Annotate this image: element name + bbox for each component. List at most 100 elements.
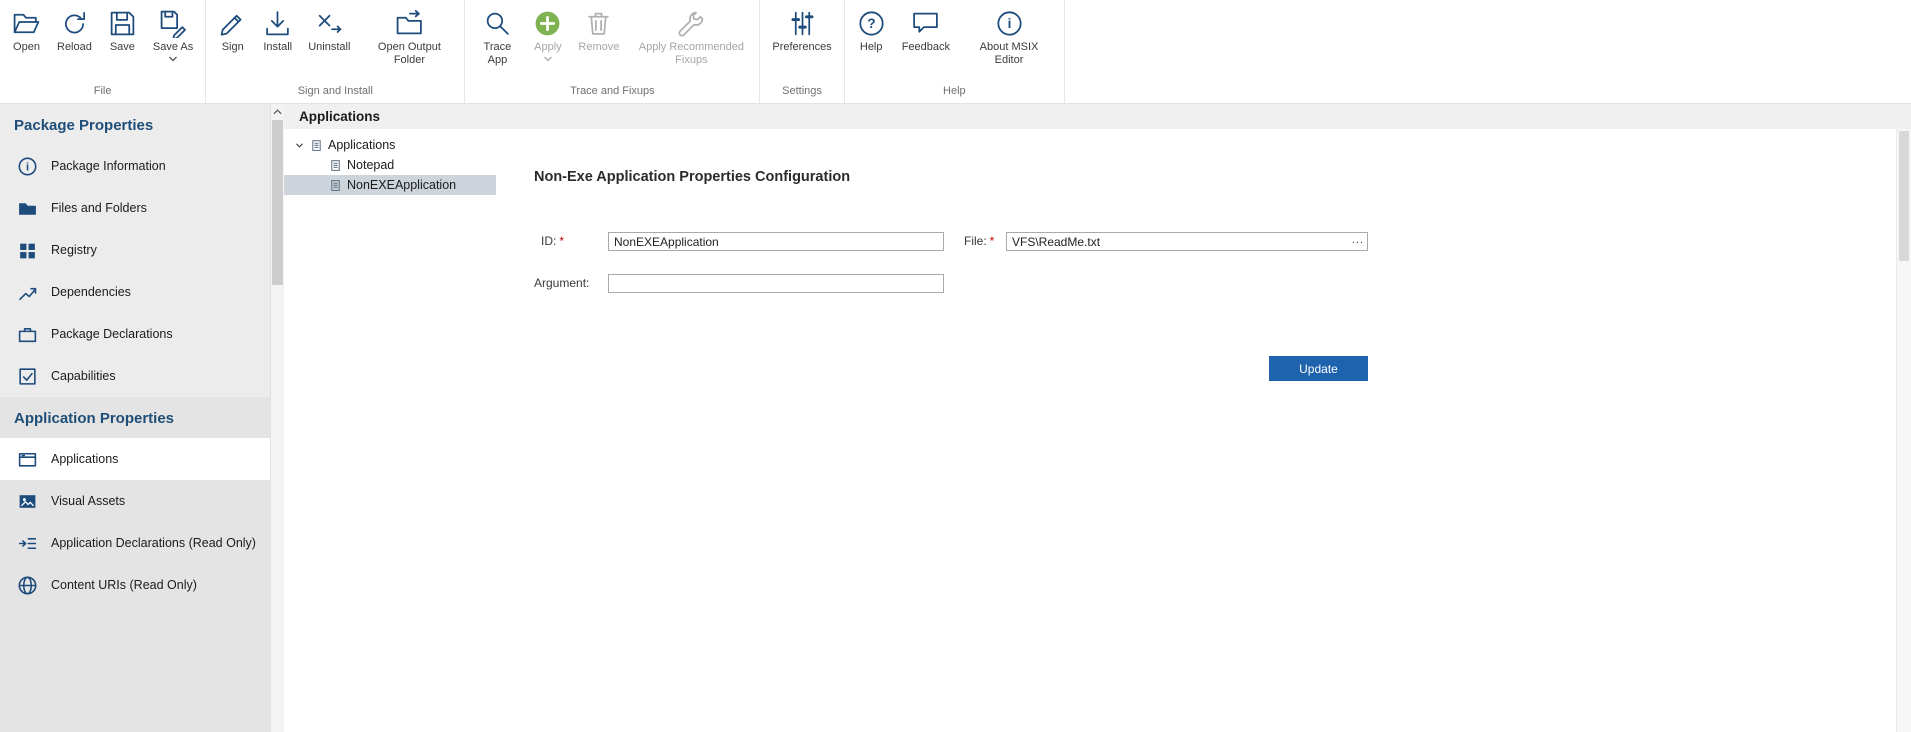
preferences-button[interactable]: Preferences [764, 7, 839, 56]
sidebar-item-capabilities[interactable]: Capabilities [0, 355, 270, 397]
about-info-icon: i [995, 9, 1024, 38]
folder-icon [17, 198, 38, 219]
ribbon-group-trace-and-fixups: Trace App Apply Remove [465, 0, 760, 103]
required-marker: * [990, 234, 995, 248]
install-button[interactable]: Install [255, 7, 300, 56]
ribbon-group-label-trace-and-fixups: Trace and Fixups [469, 82, 755, 103]
sidebar-item-label: Package Declarations [51, 327, 173, 341]
package-icon [17, 324, 38, 345]
id-label-text: ID: [541, 234, 556, 248]
apply-recommended-fixups-button-label: Apply Recommended Fixups [635, 41, 747, 67]
image-icon [17, 491, 38, 512]
reload-button[interactable]: Reload [49, 7, 100, 56]
sidebar-item-content-uris[interactable]: Content URIs (Read Only) [0, 564, 270, 606]
uninstall-button[interactable]: Uninstall [300, 7, 358, 56]
argument-input[interactable] [608, 274, 944, 293]
file-input[interactable] [1006, 232, 1368, 251]
apply-plus-icon [533, 9, 562, 38]
sidebar-section-application-properties: Application Properties Applications Visu… [0, 397, 270, 732]
feedback-button-label: Feedback [902, 41, 950, 54]
install-button-label: Install [263, 41, 292, 54]
uninstall-button-label: Uninstall [308, 41, 350, 54]
sidebar-scrollbar-thumb[interactable] [272, 120, 283, 285]
apply-fixup-button-label: Apply [534, 41, 562, 54]
sidebar-item-label: Visual Assets [51, 494, 125, 508]
sidebar-item-label: Files and Folders [51, 201, 147, 215]
tree-node-nonexeapplication[interactable]: NonEXEApplication [284, 175, 496, 195]
apply-fixup-button: Apply [525, 7, 570, 64]
open-output-folder-button[interactable]: Open Output Folder [358, 7, 460, 69]
id-input[interactable] [608, 232, 944, 251]
applications-window-icon [17, 449, 38, 470]
sidebar-item-dependencies[interactable]: Dependencies [0, 271, 270, 313]
browse-button[interactable]: ... [1352, 232, 1364, 249]
save-as-button[interactable]: Save As [145, 7, 201, 64]
applications-tree: Applications Notepad NonEXEApplication [284, 129, 496, 732]
sidebar-section-package-properties: Package Properties i Package Information… [0, 104, 270, 397]
file-label: File:* [964, 232, 994, 251]
sidebar-item-package-declarations[interactable]: Package Declarations [0, 313, 270, 355]
trace-app-magnifier-icon [483, 9, 512, 38]
install-icon [263, 9, 292, 38]
trash-icon [584, 9, 613, 38]
required-marker: * [559, 234, 564, 248]
update-button[interactable]: Update [1269, 356, 1368, 381]
help-button[interactable]: ? Help [849, 7, 894, 56]
arrow-into-list-icon [17, 533, 38, 554]
open-button[interactable]: Open [4, 7, 49, 56]
sign-button[interactable]: Sign [210, 7, 255, 56]
ribbon-group-label-settings: Settings [764, 82, 839, 103]
open-output-folder-button-label: Open Output Folder [366, 41, 452, 67]
feedback-button[interactable]: Feedback [894, 7, 958, 56]
checkbox-check-icon [17, 366, 38, 387]
app-list-icon [329, 179, 342, 192]
page-title-bar: Applications [284, 104, 1911, 129]
ribbon-group-sign-and-install: Sign Install Uninstall [206, 0, 465, 103]
chevron-down-icon[interactable] [168, 56, 178, 62]
sidebar-item-label: Content URIs (Read Only) [51, 578, 197, 592]
feedback-bubble-icon [911, 9, 940, 38]
save-button[interactable]: Save [100, 7, 145, 56]
tree-node-applications-root[interactable]: Applications [284, 135, 496, 155]
trace-app-button[interactable]: Trace App [469, 7, 525, 69]
sidebar-item-application-declarations[interactable]: Application Declarations (Read Only) [0, 522, 270, 564]
remove-fixup-button-label: Remove [578, 41, 619, 54]
sidebar-item-label: Dependencies [51, 285, 131, 299]
scroll-up-arrow-icon [273, 109, 282, 115]
id-label: ID:* [541, 232, 564, 251]
ribbon-group-label-sign-and-install: Sign and Install [210, 82, 460, 103]
save-button-label: Save [110, 41, 135, 54]
app-list-icon [329, 159, 342, 172]
content-scrollbar[interactable] [1896, 129, 1911, 732]
svg-text:?: ? [867, 16, 875, 31]
sidebar-scrollbar[interactable] [270, 104, 284, 732]
tree-node-notepad[interactable]: Notepad [284, 155, 496, 175]
tree-node-label: NonEXEApplication [347, 178, 456, 192]
file-input-wrapper: ... [1006, 232, 1368, 251]
tree-node-label: Notepad [347, 158, 394, 172]
sidebar-item-files-and-folders[interactable]: Files and Folders [0, 187, 270, 229]
preferences-button-label: Preferences [772, 41, 831, 54]
form-title: Non-Exe Application Properties Configura… [534, 169, 850, 185]
sidebar-item-visual-assets[interactable]: Visual Assets [0, 480, 270, 522]
save-as-button-label: Save As [153, 41, 193, 54]
sidebar-item-applications[interactable]: Applications [0, 438, 270, 480]
apply-recommended-fixups-button: Apply Recommended Fixups [627, 7, 755, 69]
sliders-icon [788, 9, 817, 38]
ribbon-group-label-file: File [4, 82, 201, 103]
scroll-up-button[interactable] [271, 104, 284, 119]
reload-icon [60, 9, 89, 38]
content-scrollbar-thumb[interactable] [1899, 131, 1909, 261]
sidebar-item-label: Registry [51, 243, 97, 257]
sign-button-label: Sign [222, 41, 244, 54]
app-list-icon [310, 139, 323, 152]
ribbon-group-label-help: Help [849, 82, 1060, 103]
sidebar-item-registry[interactable]: Registry [0, 229, 270, 271]
about-msix-editor-button[interactable]: i About MSIX Editor [958, 7, 1060, 69]
sign-pencil-icon [218, 9, 247, 38]
non-exe-properties-form: Non-Exe Application Properties Configura… [496, 129, 1897, 732]
sidebar-item-package-information[interactable]: i Package Information [0, 145, 270, 187]
file-label-text: File: [964, 234, 987, 248]
tree-expander-chevron-down-icon[interactable] [294, 140, 305, 151]
wrench-icon [677, 9, 706, 38]
